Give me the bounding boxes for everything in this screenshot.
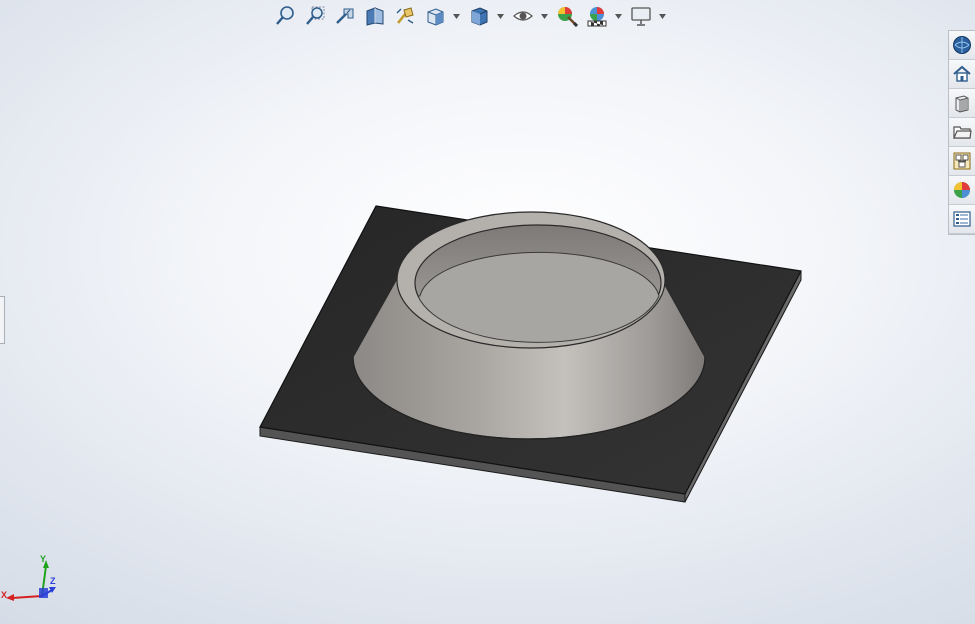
part-model[interactable] (0, 0, 975, 624)
view-settings-menu-caret[interactable] (658, 3, 666, 29)
solidworks-resources-icon[interactable] (949, 31, 975, 60)
apply-scene-icon[interactable] (584, 3, 610, 29)
design-library-icon[interactable] (949, 89, 975, 118)
view-orientation-menu-caret[interactable] (452, 3, 460, 29)
hide-show-items-menu-caret[interactable] (540, 3, 548, 29)
file-explorer-icon[interactable] (949, 118, 975, 147)
display-style-menu-caret[interactable] (496, 3, 504, 29)
task-pane (948, 30, 975, 235)
display-style-icon[interactable] (466, 3, 492, 29)
reference-triad: Y X Z (1, 554, 56, 601)
view-settings-icon[interactable] (628, 3, 654, 29)
view-orientation-icon[interactable] (422, 3, 448, 29)
feature-manager-collapse-handle[interactable] (0, 296, 5, 344)
edit-appearance-icon[interactable] (554, 3, 580, 29)
appearances-scenes-icon[interactable] (949, 176, 975, 205)
triad-z-label: Z (50, 576, 56, 586)
previous-view-icon[interactable] (332, 3, 358, 29)
zoom-to-area-icon[interactable] (302, 3, 328, 29)
section-view-icon[interactable] (362, 3, 388, 29)
heads-up-view-toolbar (272, 2, 672, 30)
zoom-to-fit-icon[interactable] (272, 3, 298, 29)
hide-show-items-icon[interactable] (510, 3, 536, 29)
custom-properties-icon[interactable] (949, 205, 975, 234)
graphics-area[interactable]: Y X Z (0, 0, 975, 624)
home-icon[interactable] (949, 60, 975, 89)
view-palette-icon[interactable] (949, 147, 975, 176)
triad-y-label: Y (40, 554, 46, 564)
dynamic-annotation-views-icon[interactable] (392, 3, 418, 29)
triad-x-label: X (1, 590, 7, 600)
apply-scene-menu-caret[interactable] (614, 3, 622, 29)
